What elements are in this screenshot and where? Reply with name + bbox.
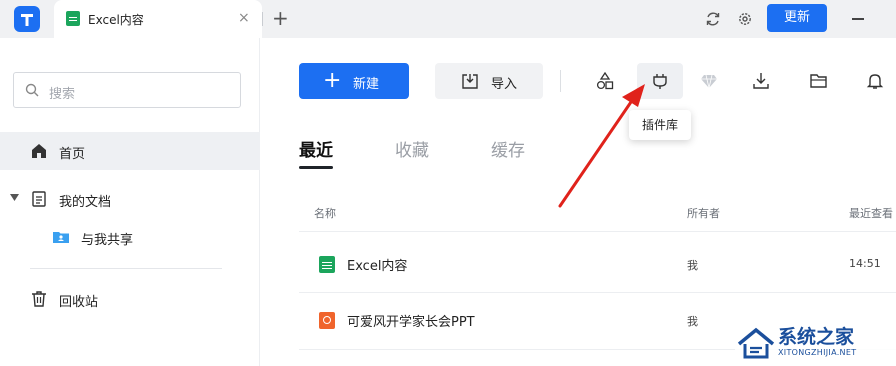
sidebar-item-recycle-bin[interactable]: 回收站: [0, 284, 260, 314]
toolbar-divider: [560, 70, 561, 92]
sidebar: 搜索 首页 我的文档 与我共享 回收站: [0, 38, 260, 366]
new-button[interactable]: + 新建: [299, 63, 409, 99]
import-button[interactable]: 导入: [435, 63, 543, 99]
document-tab[interactable]: Excel内容 ×: [54, 0, 262, 38]
column-header-name[interactable]: 名称: [314, 205, 336, 221]
header-divider: [299, 231, 896, 232]
watermark: 系统之家 XITONGZHIJIA.NET: [735, 320, 896, 366]
diamond-icon: [701, 74, 717, 89]
file-name: Excel内容: [347, 259, 408, 274]
watermark-subtitle: XITONGZHIJIA.NET: [778, 348, 857, 357]
watermark-title: 系统之家: [778, 326, 855, 348]
caret-down-icon[interactable]: [10, 194, 19, 202]
sidebar-divider: [30, 268, 222, 269]
ppt-file-icon: [319, 312, 335, 329]
update-button[interactable]: 更新: [767, 4, 827, 32]
home-icon: [32, 144, 46, 158]
search-input[interactable]: 搜索: [13, 72, 241, 108]
sidebar-item-label: 回收站: [59, 295, 99, 310]
folder-icon: [810, 74, 827, 88]
plugin-library-tooltip: 插件库: [629, 110, 691, 140]
file-last-viewed: 14:51: [849, 257, 881, 270]
tab-recent[interactable]: 最近: [299, 136, 333, 161]
excel-file-icon: [319, 256, 335, 273]
title-bar: Excel内容 × + 更新: [0, 0, 896, 38]
tab-favorites[interactable]: 收藏: [395, 136, 429, 161]
table-row[interactable]: Excel内容 我 14:51: [299, 236, 896, 292]
file-owner: 我: [687, 315, 698, 328]
shared-folder-icon: [53, 232, 69, 243]
file-owner: 我: [687, 259, 698, 272]
tab-divider: [262, 12, 263, 26]
main-content: + 新建 导入 插件库 最近 收藏 缓存 名称 所有者 最近查看 Excel内容…: [261, 38, 896, 366]
plugin-library-button[interactable]: [637, 63, 683, 99]
tab-cache[interactable]: 缓存: [491, 136, 525, 161]
sidebar-item-home[interactable]: 首页: [0, 132, 260, 170]
plus-icon: +: [323, 68, 342, 93]
sidebar-item-my-documents[interactable]: 我的文档: [0, 184, 260, 214]
shapes-icon: [596, 72, 614, 90]
document-icon: [32, 191, 46, 207]
sidebar-item-label: 我的文档: [59, 195, 112, 210]
active-tab-underline: [299, 166, 333, 169]
bell-icon: [866, 74, 884, 89]
sidebar-item-shared-with-me[interactable]: 与我共享: [0, 222, 260, 252]
download-icon: [753, 73, 769, 89]
new-button-label: 新建: [353, 77, 380, 92]
trash-icon: [32, 291, 46, 307]
notifications-button[interactable]: [857, 63, 893, 99]
tab-title: Excel内容: [88, 13, 144, 27]
excel-file-icon: [66, 11, 80, 26]
file-name: 可爱风开学家长会PPT: [347, 315, 475, 330]
download-button[interactable]: [743, 63, 779, 99]
minimize-button[interactable]: [852, 18, 864, 20]
search-icon: [25, 83, 39, 97]
app-logo-icon[interactable]: [14, 6, 40, 32]
column-header-owner[interactable]: 所有者: [687, 205, 720, 221]
import-button-label: 导入: [491, 77, 518, 92]
shapes-button[interactable]: [587, 63, 623, 99]
settings-gear-icon[interactable]: [736, 10, 754, 28]
open-folder-button[interactable]: [801, 63, 837, 99]
sync-icon[interactable]: [704, 10, 722, 28]
search-placeholder: 搜索: [49, 87, 76, 102]
import-icon: [462, 74, 478, 89]
tab-close-icon[interactable]: ×: [238, 10, 250, 26]
sidebar-item-label: 首页: [59, 147, 86, 162]
watermark-logo-icon: [737, 327, 775, 359]
column-header-last-viewed[interactable]: 最近查看: [849, 205, 893, 221]
sidebar-item-label: 与我共享: [81, 233, 134, 248]
plug-icon: [653, 74, 667, 89]
premium-button[interactable]: [691, 63, 727, 99]
new-tab-button[interactable]: +: [272, 6, 289, 30]
